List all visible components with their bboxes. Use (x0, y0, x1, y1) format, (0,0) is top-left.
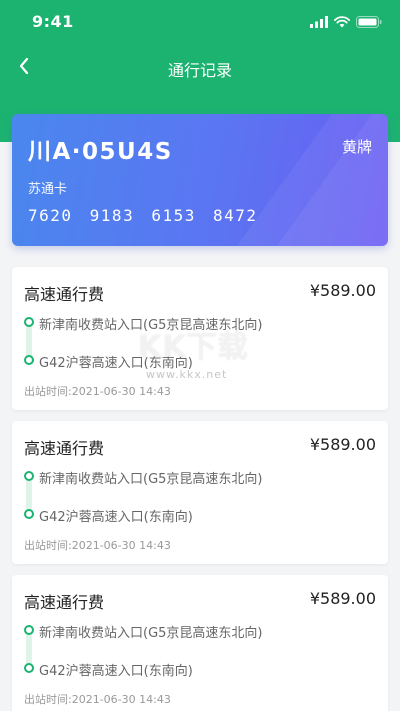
entry-station: 新津南收费站入口(G5京昆高速东北向) (39, 318, 263, 333)
record-amount: ¥589.00 (309, 589, 376, 608)
entry-station: 新津南收费站入口(G5京昆高速东北向) (39, 626, 263, 641)
exit-station: G42沪蓉高速入口(东南向) (39, 356, 193, 371)
status-bar: 9:41 (0, 0, 400, 44)
record-title: 高速通行费 (24, 439, 105, 458)
record-item[interactable]: 高速通行费 ¥589.00 新津南收费站入口(G5京昆高速东北向) G42沪蓉高… (12, 267, 388, 410)
card-number: 7620 9183 6153 8472 (28, 206, 258, 225)
entry-dot-icon (24, 625, 34, 635)
record-amount: ¥589.00 (309, 435, 376, 454)
entry-dot-icon (24, 471, 34, 481)
exit-time: 出站时间:2021-06-30 14:43 (24, 539, 171, 552)
nav-bar: 通行记录 (0, 44, 400, 92)
plate-number: 川A·05U4S (28, 139, 173, 165)
wifi-icon (334, 13, 350, 32)
route-line (26, 633, 32, 665)
battery-icon (356, 13, 382, 32)
entry-dot-icon (24, 317, 34, 327)
record-title: 高速通行费 (24, 285, 105, 304)
route-line (26, 325, 32, 357)
status-time: 9:41 (32, 12, 74, 31)
record-title: 高速通行费 (24, 593, 105, 612)
plate-type: 黄牌 (341, 138, 372, 156)
page-title: 通行记录 (167, 61, 232, 80)
exit-dot-icon (24, 355, 34, 365)
status-icons (310, 15, 382, 29)
card-name: 苏通卡 (28, 182, 68, 197)
entry-station: 新津南收费站入口(G5京昆高速东北向) (39, 472, 263, 487)
record-item[interactable]: 高速通行费 ¥589.00 新津南收费站入口(G5京昆高速东北向) G42沪蓉高… (12, 575, 388, 711)
exit-time: 出站时间:2021-06-30 14:43 (24, 385, 171, 398)
signal-icon (310, 13, 328, 32)
exit-station: G42沪蓉高速入口(东南向) (39, 664, 193, 679)
record-amount: ¥589.00 (309, 281, 376, 300)
plate-card[interactable]: 川A·05U4S 黄牌 苏通卡 7620 9183 6153 8472 (12, 114, 388, 246)
exit-station: G42沪蓉高速入口(东南向) (39, 510, 193, 525)
exit-dot-icon (24, 663, 34, 673)
record-item[interactable]: 高速通行费 ¥589.00 新津南收费站入口(G5京昆高速东北向) G42沪蓉高… (12, 421, 388, 564)
exit-time: 出站时间:2021-06-30 14:43 (24, 693, 171, 706)
exit-dot-icon (24, 509, 34, 519)
route-line (26, 479, 32, 511)
